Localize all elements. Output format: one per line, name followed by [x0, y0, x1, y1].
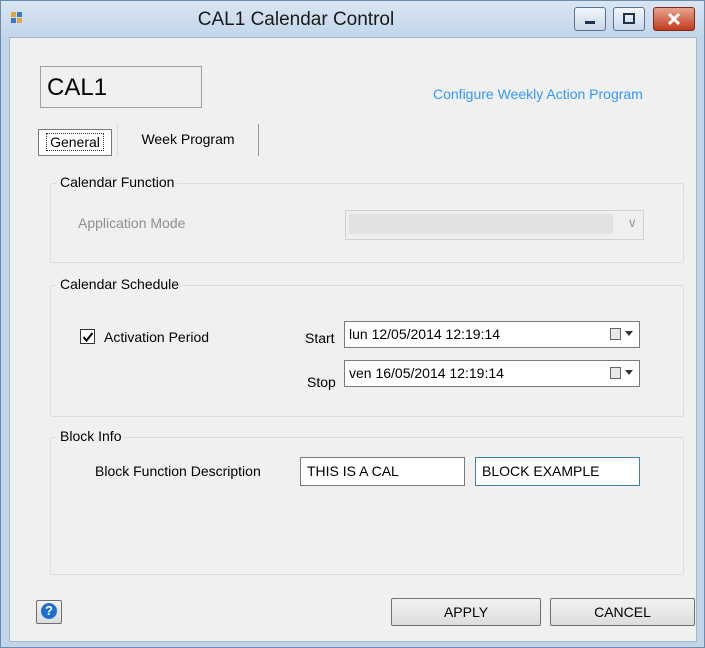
calendar-schedule-label: Calendar Schedule: [57, 276, 183, 292]
description-field-2[interactable]: BLOCK EXAMPLE: [475, 457, 640, 486]
tab-general[interactable]: General: [38, 129, 112, 156]
maximize-button[interactable]: [613, 7, 645, 31]
activation-period-checkbox[interactable]: [80, 329, 95, 344]
close-icon: [667, 12, 681, 26]
calendar-schedule-group: Calendar Schedule: [50, 276, 684, 417]
title-bar[interactable]: CAL1 Calendar Control: [1, 1, 704, 37]
start-datetime-picker[interactable]: lun 12/05/2014 12:19:14: [344, 321, 640, 348]
minimize-button[interactable]: [574, 7, 606, 31]
tab-week-program[interactable]: Week Program: [117, 124, 259, 156]
apply-button[interactable]: APPLY: [391, 598, 541, 626]
stop-label: Stop: [307, 374, 336, 390]
start-datetime-value: lun 12/05/2014 12:19:14: [349, 326, 501, 342]
configure-weekly-link[interactable]: Configure Weekly Action Program: [433, 86, 643, 102]
maximize-icon: [623, 13, 635, 24]
calendar-control-window: CAL1 Calendar Control CAL1 Configure Wee…: [0, 0, 705, 648]
application-mode-value: [349, 214, 613, 234]
start-label: Start: [305, 330, 335, 346]
block-info-label: Block Info: [57, 428, 125, 444]
application-mode-label: Application Mode: [78, 215, 186, 231]
application-mode-select[interactable]: ∨: [345, 210, 644, 240]
minimize-icon: [585, 21, 595, 24]
help-button[interactable]: ?: [36, 600, 62, 624]
calendar-function-label: Calendar Function: [57, 174, 178, 190]
dropdown-arrow-icon: [625, 331, 633, 336]
activation-period-label: Activation Period: [104, 329, 210, 345]
close-button[interactable]: [653, 7, 695, 31]
stop-datetime-picker[interactable]: ven 16/05/2014 12:19:14: [344, 360, 640, 387]
dialog-body: CAL1 Configure Weekly Action Program Gen…: [9, 37, 697, 642]
chevron-down-icon: ∨: [627, 215, 637, 230]
stop-datetime-value: ven 16/05/2014 12:19:14: [349, 365, 504, 381]
calendar-icon: [610, 328, 621, 340]
calendar-icon: [610, 367, 621, 379]
block-name: CAL1: [40, 66, 202, 108]
window-title: CAL1 Calendar Control: [197, 9, 395, 30]
block-description-label: Block Function Description: [95, 463, 261, 479]
description-field-1[interactable]: THIS IS A CAL: [300, 457, 465, 486]
dropdown-arrow-icon: [625, 370, 633, 375]
cancel-button[interactable]: CANCEL: [550, 598, 695, 626]
help-icon: ?: [41, 603, 57, 619]
checkmark-icon: [82, 332, 94, 343]
tab-general-label: General: [46, 133, 104, 151]
